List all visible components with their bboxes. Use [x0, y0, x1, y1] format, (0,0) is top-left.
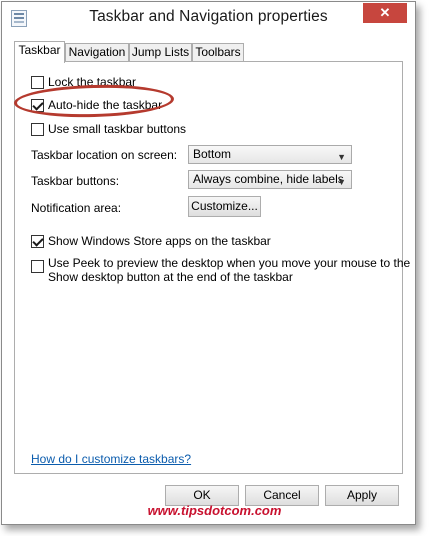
store-apps-checkbox[interactable] — [31, 235, 44, 248]
tab-navigation[interactable]: Navigation — [65, 43, 129, 62]
auto-hide-label: Auto-hide the taskbar — [48, 98, 163, 112]
lock-taskbar-label: Lock the taskbar — [48, 75, 137, 89]
store-apps-label: Show Windows Store apps on the taskbar — [48, 234, 271, 248]
peek-checkbox[interactable] — [31, 260, 44, 273]
chevron-down-icon: ▼ — [337, 177, 346, 187]
location-select[interactable]: Bottom ▼ — [188, 145, 352, 164]
tab-taskbar[interactable]: Taskbar — [14, 41, 65, 63]
customize-button[interactable]: Customize... — [188, 196, 261, 217]
window-title: Taskbar and Navigation properties — [89, 8, 328, 25]
notification-label: Notification area: — [31, 201, 122, 215]
taskbar-tab-panel: Lock the taskbar Auto-hide the taskbar U… — [14, 61, 410, 474]
close-button[interactable]: ✕ — [363, 3, 407, 23]
peek-label-line1: Use Peek to preview the desktop when you… — [48, 256, 411, 270]
location-label: Taskbar location on screen: — [31, 148, 178, 162]
buttons-select[interactable]: Always combine, hide labels ▼ — [188, 170, 352, 189]
close-icon: ✕ — [379, 5, 391, 20]
location-value: Bottom — [193, 147, 232, 161]
buttons-value: Always combine, hide labels — [193, 172, 344, 186]
help-link[interactable]: How do I customize taskbars? — [31, 452, 191, 466]
small-buttons-label: Use small taskbar buttons — [48, 122, 187, 136]
buttons-label: Taskbar buttons: — [31, 174, 120, 188]
watermark-text: www.tipsdotcom.com — [147, 503, 282, 518]
peek-label-line2: Show desktop button at the end of the ta… — [48, 270, 293, 284]
properties-window: Taskbar and Navigation properties ✕ Task… — [1, 1, 416, 525]
small-buttons-checkbox[interactable] — [31, 123, 44, 136]
tab-jump-lists[interactable]: Jump Lists — [129, 43, 192, 62]
lock-taskbar-checkbox[interactable] — [31, 76, 44, 89]
tab-toolbars[interactable]: Toolbars — [192, 43, 244, 62]
auto-hide-checkbox[interactable] — [31, 99, 44, 112]
title-bar[interactable]: Taskbar and Navigation properties ✕ — [2, 2, 415, 36]
chevron-down-icon: ▼ — [337, 152, 346, 162]
